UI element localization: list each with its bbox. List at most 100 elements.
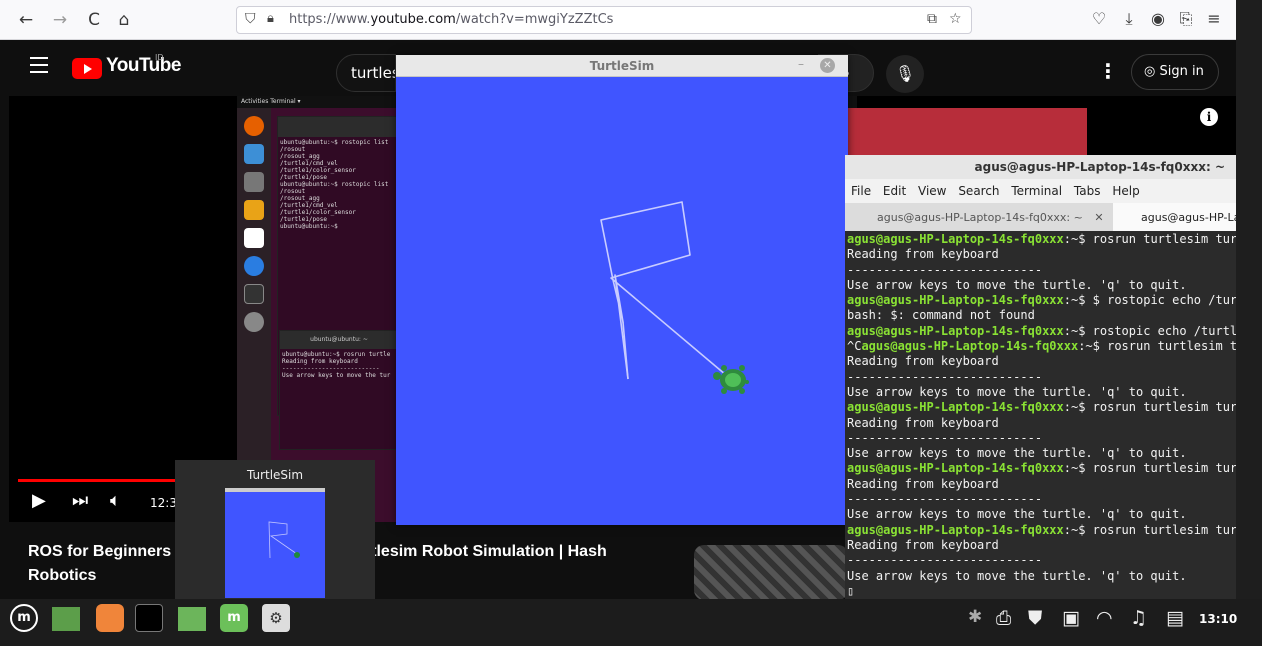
terminal-prompt: agus@agus-HP-Laptop-14s-fq0xxx [847,522,1064,537]
terminal-line: ▯ [847,583,855,598]
mintupdate-icon[interactable]: m [220,604,248,632]
terminal-window[interactable]: agus@agus-HP-Laptop-14s-fq0xxx: ~ File E… [845,155,1236,599]
terminal-tabs: agus@agus-HP-Laptop-14s-fq0xxx: ~ ✕ agus… [845,203,1236,231]
update-manager-icon[interactable]: ⎙ [996,607,1011,629]
terminal-titlebar[interactable]: agus@agus-HP-Laptop-14s-fq0xxx: ~ [845,155,1236,179]
terminal-prompt: agus@agus-HP-Laptop-14s-fq0xxx [847,293,1064,308]
preview-drawing [268,521,300,559]
play-icon[interactable]: ▶ [32,490,46,511]
video-firefox-icon [244,116,264,136]
video-help-icon [244,256,264,276]
terminal-line: Reading from keyboard [847,247,999,262]
screenshot-icon[interactable]: ▣ [1062,607,1080,629]
files-icon[interactable] [178,607,206,631]
music-icon[interactable]: ♫ [1130,607,1147,629]
video-files-icon [244,172,264,192]
bookmark-star-icon[interactable]: ☆ [949,11,962,27]
youtube-logo-text[interactable]: YouTube [106,55,181,77]
home-icon[interactable]: ⌂ [112,8,136,32]
terminal-line: Use arrow keys to move the turtle. 'q' t… [847,384,1187,399]
terminal-prompt: agus@agus-HP-Laptop-14s-fq0xxx [847,461,1064,476]
url-text[interactable]: https://www.youtube.com/watch?v=mwgiYzZZ… [289,12,613,27]
terminal-command: :~$ rosrun turtlesim turtle_teleop_key [1063,400,1236,415]
wifi-icon[interactable]: ◠ [1096,607,1113,629]
shield-icon[interactable]: ⛊ [1028,607,1042,629]
turtlesim-canvas [600,201,749,394]
terminal-line: agus@agus-HP-Laptop-14s-fq0xxx:~$ rostop… [847,324,1236,339]
minimize-icon[interactable]: – [798,57,804,71]
battery-icon[interactable]: ▤ [1166,607,1184,629]
turtlesim-titlebar[interactable]: TurtleSim – ✕ [396,55,848,77]
menu-tabs[interactable]: Tabs [1074,184,1101,198]
terminal-line: bash: $: command not found [847,308,1035,323]
terminal-icon[interactable] [135,604,163,632]
reload-icon[interactable]: C [82,8,106,32]
search-input[interactable]: turtlesim [336,54,396,92]
forward-icon[interactable]: → [48,8,72,32]
terminal-command: :~$ rosrun turtlesim turtle_teleop_key [1063,232,1236,246]
related-video-thumbnail[interactable] [694,545,848,600]
clock: 13:10 [1199,612,1238,626]
terminal-tab-2[interactable]: agus@agus-HP-Laptop-14s-fq0xxx: ~ [1113,203,1236,231]
menu-icon[interactable]: ≡ [1203,9,1225,28]
pocket-icon[interactable]: ♡ [1088,9,1110,28]
account-icon[interactable]: ◉ [1147,9,1169,28]
terminal-line: Reading from keyboard [847,415,999,430]
terminal-command: :~$ rosrun turtlesim turtle_teleop_key [1063,461,1236,476]
terminal-line: --------------------------- [847,262,1043,277]
terminal-line: Reading from keyboard [847,354,999,369]
youtube-logo-icon[interactable] [72,58,102,79]
mint-menu-icon[interactable]: m [10,604,38,632]
terminal-line: agus@agus-HP-Laptop-14s-fq0xxx:~$ rosrun… [847,523,1236,538]
terminal-line: agus@agus-HP-Laptop-14s-fq0xxx:~$ rosrun… [847,461,1236,476]
terminal-command: :~$ rosrun turtlesim turtle_teleop_key [1078,339,1236,354]
video-writer-icon [244,228,264,248]
lock-icon[interactable]: 🔒︎ [267,11,274,26]
terminal-line: agus@agus-HP-Laptop-14s-fq0xxx:~$ rosrun… [847,232,1236,247]
taskbar: m m ⚙ ✱ ⎙ ⛊ ▣ ◠ ♫ ▤ 13:10 [0,599,1262,646]
terminal-line: Use arrow keys to move the turtle. 'q' t… [847,446,1187,461]
reader-view-icon[interactable]: ⧉ [927,11,937,27]
terminal-line: Reading from keyboard [847,537,999,552]
show-desktop-icon[interactable] [52,607,80,631]
menu-view[interactable]: View [918,184,946,198]
menu-file[interactable]: File [851,184,871,198]
menu-search[interactable]: Search [958,184,999,198]
terminal-tab-1[interactable]: agus@agus-HP-Laptop-14s-fq0xxx: ~ ✕ [845,203,1109,231]
volume-icon[interactable]: 🔈︎ [110,490,121,511]
terminal-command: :~$ rostopic echo /turtle1/pose [1063,323,1236,338]
more-options-icon[interactable]: ⋮ [1098,59,1118,83]
terminal-prompt: agus@agus-HP-Laptop-14s-fq0xxx [861,339,1079,354]
microphone-icon[interactable]: 🎙︎ [886,55,924,93]
terminal-prompt: agus@agus-HP-Laptop-14s-fq0xxx [847,232,1064,246]
terminal-interrupt: ^C [847,339,862,354]
tracking-shield-icon[interactable]: ⛉ [245,11,256,27]
next-icon[interactable]: ⏭︎ [72,490,88,511]
terminal-line: --------------------------- [847,430,1043,445]
terminal-line: ^Cagus@agus-HP-Laptop-14s-fq0xxx:~$ rosr… [847,339,1236,354]
terminal-command: :~$ rosrun turtlesim turtle_teleop_key [1063,522,1236,537]
firefox-icon[interactable] [96,604,124,632]
terminal-title: agus@agus-HP-Laptop-14s-fq0xxx: ~ [974,160,1225,174]
info-icon[interactable]: i [1200,108,1218,126]
settings-icon[interactable]: ⚙ [262,604,290,632]
turtlesim-window[interactable]: TurtleSim – ✕ [396,55,848,525]
menu-help[interactable]: Help [1112,184,1139,198]
close-icon[interactable]: ✕ [820,58,835,73]
terminal-output[interactable]: agus@agus-HP-Laptop-14s-fq0xxx:~$ rosrun… [847,232,1236,599]
terminal-line: --------------------------- [847,369,1043,384]
terminal-line: agus@agus-HP-Laptop-14s-fq0xxx:~$ $ rost… [847,293,1236,308]
window-preview[interactable]: TurtleSim [175,460,375,600]
menu-edit[interactable]: Edit [883,184,906,198]
url-bar[interactable]: ⛉ 🔒︎ https://www.youtube.com/watch?v=mwg… [236,6,972,34]
back-icon[interactable]: ← [14,8,38,32]
menu-terminal[interactable]: Terminal [1011,184,1062,198]
hamburger-menu-icon[interactable] [30,57,48,78]
bluetooth-icon[interactable]: ✱ [968,607,982,627]
tab-close-icon[interactable]: ✕ [1094,211,1103,224]
video-settings-icon [244,312,264,332]
download-icon[interactable]: ⤓ [1118,9,1140,29]
sign-in-button[interactable]: ◎ Sign in [1131,54,1219,90]
extensions-icon[interactable]: ⎘ [1175,9,1197,29]
terminal-line: Use arrow keys to move the turtle. 'q' t… [847,568,1187,583]
